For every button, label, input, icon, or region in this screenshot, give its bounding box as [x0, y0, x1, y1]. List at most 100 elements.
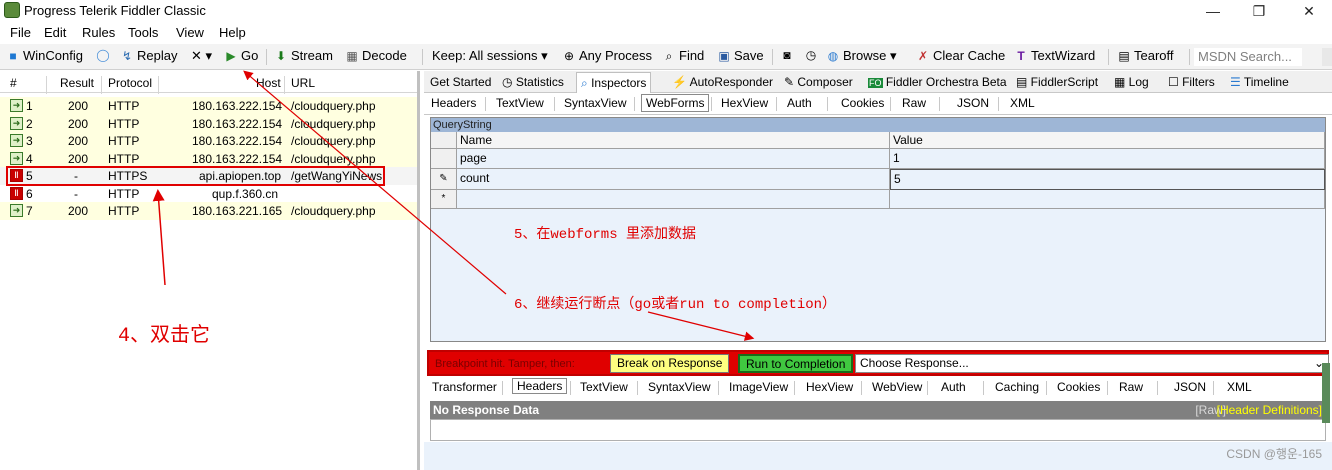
toolbar-separator [266, 49, 267, 65]
replay-button[interactable]: ↯ Replay [120, 48, 178, 63]
tab-filters[interactable]: ☐ Filters [1168, 75, 1215, 89]
tab-separator [485, 97, 486, 111]
param-value-cell[interactable]: 1 [890, 149, 1325, 169]
toolbar: ■ WinConfig ◯ ↯ Replay ✕ ▾ ▶ Go ⬇ Stream ▦ De… [0, 44, 1332, 70]
msdn-search-input[interactable]: MSDN Search... [1194, 48, 1302, 66]
column-separator [284, 76, 285, 94]
tab-statistics[interactable]: ◷ Statistics [502, 75, 564, 89]
tab-inspectors[interactable]: ⌕ Inspectors [576, 72, 652, 95]
grid-header-name[interactable]: Name [457, 132, 890, 149]
tab-orchestra[interactable]: FO Fiddler Orchestra Beta [868, 75, 1007, 89]
composer-icon: ✎ [784, 75, 798, 89]
resp-tab-auth[interactable]: Auth [941, 380, 966, 394]
req-tab-hexview[interactable]: HexView [721, 96, 768, 110]
resp-tab-xml[interactable]: XML [1227, 380, 1252, 394]
save-button[interactable]: ▣ Save [717, 48, 763, 63]
go-button[interactable]: ▶ Go [224, 48, 258, 63]
resp-tab-webview[interactable]: WebView [872, 380, 922, 394]
column-separator [158, 76, 159, 94]
req-tab-headers[interactable]: Headers [431, 96, 476, 110]
close-button[interactable]: ✕ [1294, 2, 1324, 20]
choose-response-dropdown[interactable]: Choose Response... ⌄ [855, 354, 1329, 373]
req-tab-webforms[interactable]: WebForms [641, 94, 710, 112]
param-name-cell[interactable]: count [457, 169, 890, 190]
col-id[interactable]: # [10, 76, 17, 90]
req-tab-auth[interactable]: Auth [787, 96, 812, 110]
session-protocol: HTTP [108, 186, 140, 201]
menu-help[interactable]: Help [219, 25, 246, 40]
tab-fiddlerscript[interactable]: ▤ FiddlerScript [1016, 75, 1098, 89]
tab-log[interactable]: ▦ Log [1114, 75, 1149, 89]
tearoff-button[interactable]: ▤ Tearoff [1117, 48, 1173, 63]
clear-cache-button[interactable]: ✗ Clear Cache [916, 48, 1005, 63]
tab-get-started[interactable]: Get Started [430, 75, 491, 89]
any-process-button[interactable]: ⊕ Any Process [562, 48, 652, 63]
keep-sessions-dropdown[interactable]: Keep: All sessions ▾ [432, 48, 548, 64]
resp-tab-cookies[interactable]: Cookies [1057, 380, 1100, 394]
session-url: /cloudquery.php [291, 99, 376, 113]
resp-tab-imageview[interactable]: ImageView [729, 380, 788, 394]
grid-corner [431, 132, 457, 149]
tab-separator [1107, 381, 1108, 395]
req-tab-textview[interactable]: TextView [496, 96, 544, 110]
menu-tools[interactable]: Tools [128, 25, 158, 40]
new-param-value-cell[interactable] [890, 190, 1325, 209]
timeline-icon: ☰ [1230, 75, 1244, 89]
tab-separator [711, 97, 712, 111]
resp-tab-headers[interactable]: Headers [512, 378, 568, 394]
new-param-name-cell[interactable] [457, 190, 890, 209]
find-button[interactable]: ⌕ Find [662, 48, 705, 63]
tab-timeline[interactable]: ☰ Timeline [1230, 75, 1289, 89]
session-row[interactable]: ➜ 7 200 HTTP 180.163.221.165 /cloudquery… [0, 202, 417, 220]
header-definitions-link[interactable]: [Header Definitions] [1217, 401, 1322, 419]
grid-header-value[interactable]: Value [890, 132, 1325, 149]
minimize-button[interactable]: — [1198, 2, 1228, 20]
resp-tab-hexview[interactable]: HexView [806, 380, 853, 394]
browse-button[interactable]: ◍ Browse ▾ [826, 48, 897, 64]
response-body[interactable] [430, 419, 1326, 441]
screenshot-button[interactable]: ◙ [780, 48, 794, 62]
req-tab-xml[interactable]: XML [1010, 96, 1035, 110]
req-tab-cookies[interactable]: Cookies [841, 96, 884, 110]
break-on-response-button[interactable]: Break on Response [610, 354, 730, 373]
resp-tab-caching[interactable]: Caching [995, 380, 1039, 394]
req-tab-raw[interactable]: Raw [902, 96, 926, 110]
menu-view[interactable]: View [176, 25, 204, 40]
text-wizard-button[interactable]: T TextWizard [1014, 48, 1095, 63]
session-row[interactable]: ➜ 1 200 HTTP 180.163.222.154 /cloudquery… [0, 97, 417, 115]
menu-file[interactable]: File [10, 25, 31, 40]
winconfig-button[interactable]: ■ WinConfig [6, 48, 83, 63]
session-row[interactable]: ➜ 4 200 HTTP 180.163.222.154 /cloudquery… [0, 149, 417, 167]
param-name-cell[interactable]: page [457, 149, 890, 169]
session-id: 2 [26, 116, 33, 131]
tab-composer[interactable]: ✎ Composer [784, 75, 853, 89]
col-url[interactable]: URL [291, 76, 315, 90]
col-host[interactable]: Host [256, 76, 281, 90]
vertical-scrollbar[interactable] [1322, 363, 1330, 423]
stream-button[interactable]: ⬇ Stream [274, 48, 333, 63]
session-row[interactable]: Ⅱ 6 - HTTP qup.f.360.cn [0, 185, 417, 203]
maximize-button[interactable]: ❐ [1244, 2, 1274, 20]
req-tab-json[interactable]: JSON [957, 96, 989, 110]
menu-rules[interactable]: Rules [82, 25, 115, 40]
resp-tab-textview[interactable]: TextView [580, 380, 628, 394]
session-row[interactable]: ➜ 3 200 HTTP 180.163.222.154 /cloudquery… [0, 132, 417, 150]
remove-button[interactable]: ✕ ▾ [191, 48, 212, 64]
req-tab-syntaxview[interactable]: SyntaxView [564, 96, 626, 110]
toolbar-overflow[interactable] [1322, 48, 1332, 66]
timer-button[interactable]: ◷ [804, 48, 818, 62]
checkbox-icon: ☐ [1168, 75, 1183, 89]
decode-button[interactable]: ▦ Decode [345, 48, 406, 63]
run-to-completion-button[interactable]: Run to Completion [738, 354, 854, 373]
tab-autoresponder[interactable]: ⚡ AutoResponder [672, 75, 773, 89]
param-value-input[interactable]: 5 [890, 169, 1325, 190]
session-row[interactable]: ➜ 2 200 HTTP 180.163.222.154 /cloudquery… [0, 114, 417, 132]
resp-tab-transformer[interactable]: Transformer [432, 380, 497, 394]
col-protocol[interactable]: Protocol [108, 76, 152, 90]
resp-tab-raw[interactable]: Raw [1119, 380, 1143, 394]
resp-tab-syntaxview[interactable]: SyntaxView [648, 380, 710, 394]
resp-tab-json[interactable]: JSON [1174, 380, 1206, 394]
comment-button[interactable]: ◯ [96, 48, 110, 62]
menu-edit[interactable]: Edit [44, 25, 66, 40]
col-result[interactable]: Result [60, 76, 94, 90]
